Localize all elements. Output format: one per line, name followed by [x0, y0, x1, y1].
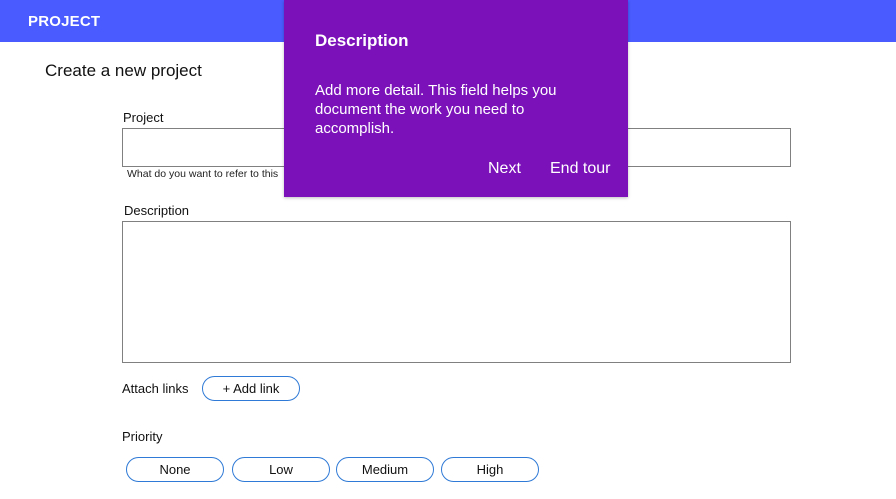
page-title: Create a new project — [45, 61, 202, 80]
priority-high-button[interactable]: High — [441, 457, 539, 482]
attach-links-label: Attach links — [122, 381, 189, 396]
page: PROJECT Create a new project Project Wha… — [0, 0, 896, 499]
tour-end-button[interactable]: End tour — [550, 160, 610, 178]
add-link-button[interactable]: + Add link — [202, 376, 300, 401]
priority-medium-button[interactable]: Medium — [336, 457, 434, 482]
tour-next-button[interactable]: Next — [488, 160, 521, 178]
priority-label: Priority — [122, 429, 163, 444]
tour-popover: Description Add more detail. This field … — [284, 0, 628, 197]
project-helper-text: What do you want to refer to this — [127, 168, 279, 180]
project-label: Project — [123, 110, 164, 125]
priority-none-button[interactable]: None — [126, 457, 224, 482]
description-label: Description — [124, 203, 190, 218]
tour-title: Description — [315, 31, 409, 50]
description-textarea[interactable] — [122, 221, 791, 363]
tour-body: Add more detail. This field helps you do… — [315, 82, 557, 137]
app-title: PROJECT — [28, 13, 101, 30]
priority-low-button[interactable]: Low — [232, 457, 330, 482]
